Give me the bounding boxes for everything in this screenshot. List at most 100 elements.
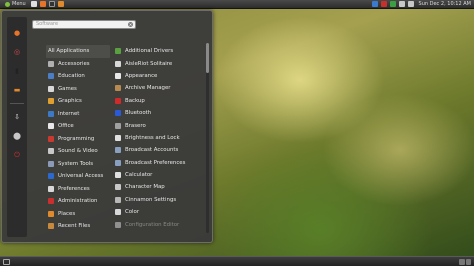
application-label: Backup	[125, 97, 145, 104]
application-icon	[115, 97, 121, 104]
application-label: Bluetooth	[125, 110, 152, 117]
category-icon	[48, 85, 54, 92]
application-label: Broadcast Accounts	[125, 147, 179, 154]
application-list-scrollbar[interactable]	[206, 43, 209, 233]
category-icon	[48, 160, 54, 167]
lock-screen-icon[interactable]: ⬤	[11, 130, 23, 142]
terminal-launcher-icon[interactable]	[48, 1, 55, 7]
application-item[interactable]: Bluetooth	[113, 107, 201, 119]
application-label: Brightness and Lock	[125, 134, 180, 141]
category-icon	[48, 148, 54, 155]
category-item[interactable]: Accessories	[46, 58, 110, 71]
application-item[interactable]: Broadcast Preferences	[113, 157, 201, 169]
category-label: Universal Access	[58, 173, 104, 180]
category-item[interactable]: Sound & Video	[46, 145, 110, 158]
application-item[interactable]: Brightness and Lock	[113, 132, 201, 144]
application-icon	[115, 110, 121, 117]
category-item[interactable]: Recent Files	[46, 220, 110, 233]
workspace-2[interactable]	[465, 258, 471, 265]
clear-search-icon[interactable]: ✕	[128, 22, 133, 27]
dropbox-icon[interactable]	[371, 1, 378, 7]
flag-icon[interactable]	[380, 1, 387, 7]
category-item[interactable]: Internet	[46, 108, 110, 121]
firefox-icon[interactable]: ●	[11, 27, 23, 39]
category-item[interactable]: Universal Access	[46, 170, 110, 183]
application-label: Appearance	[125, 72, 158, 79]
category-icon	[48, 98, 54, 105]
menu-button-label: Menu	[12, 1, 26, 7]
application-item[interactable]: Archive Manager	[113, 82, 201, 94]
scrollbar-thumb[interactable]	[206, 43, 209, 73]
application-label: Character Map	[125, 184, 165, 191]
category-item[interactable]: Places	[46, 208, 110, 221]
application-item[interactable]: Color	[113, 206, 201, 218]
application-icon	[115, 122, 121, 129]
favorites-column: ● ◎ ▮ ▬ ⇩ ⬤ ⏻	[7, 17, 27, 237]
category-icon	[48, 110, 54, 117]
clock[interactable]: Sun Dec 2, 10:12 AM	[419, 1, 471, 7]
category-icon	[48, 198, 54, 205]
category-label: Internet	[58, 110, 80, 117]
application-item[interactable]: Calculator	[113, 169, 201, 181]
application-item[interactable]: AisleRiot Solitaire	[113, 57, 201, 69]
category-icon	[48, 60, 54, 67]
application-item[interactable]: Backup	[113, 95, 201, 107]
category-item[interactable]: Games	[46, 83, 110, 96]
application-label: Archive Manager	[125, 85, 171, 92]
application-icon	[115, 221, 121, 228]
application-label: Brasero	[125, 122, 146, 129]
category-label: Games	[58, 85, 77, 92]
application-item[interactable]: Character Map	[113, 181, 201, 193]
application-item[interactable]: Broadcast Accounts	[113, 144, 201, 156]
category-label: Recent Files	[58, 223, 91, 230]
category-item[interactable]: Programming	[46, 133, 110, 146]
application-item[interactable]: Brasero	[113, 119, 201, 131]
application-icon	[115, 209, 121, 216]
volume-icon[interactable]	[407, 1, 414, 7]
show-desktop-launcher-icon[interactable]	[30, 1, 37, 7]
category-icon	[48, 135, 54, 142]
category-item[interactable]: Graphics	[46, 95, 110, 108]
category-item[interactable]: Administration	[46, 195, 110, 208]
application-icon	[115, 172, 121, 179]
show-desktop-button[interactable]	[3, 258, 10, 265]
favorites-separator	[10, 103, 24, 104]
application-label: AisleRiot Solitaire	[125, 60, 173, 67]
category-item[interactable]: System Tools	[46, 158, 110, 171]
software-manager-icon[interactable]: ◎	[11, 46, 23, 58]
search-input[interactable]: Software ✕	[32, 20, 136, 29]
application-item[interactable]: Configuration Editor	[113, 218, 201, 230]
application-label: Broadcast Preferences	[125, 159, 186, 166]
category-label: Accessories	[58, 60, 90, 67]
category-item[interactable]: Preferences	[46, 183, 110, 196]
category-item[interactable]: All Applications	[46, 45, 110, 58]
firefox-launcher-icon[interactable]	[39, 1, 46, 7]
category-item[interactable]: Education	[46, 70, 110, 83]
application-item[interactable]: Cinnamon Settings	[113, 194, 201, 206]
application-item[interactable]: Additional Drivers	[113, 45, 201, 57]
category-label: Graphics	[58, 98, 82, 105]
files-launcher-icon[interactable]	[57, 1, 64, 7]
files-icon[interactable]: ▬	[11, 84, 23, 96]
update-manager-icon[interactable]	[389, 1, 396, 7]
power-icon[interactable]: ⏻	[11, 149, 23, 161]
category-label: Places	[58, 210, 76, 217]
workspace-1[interactable]	[459, 258, 465, 265]
application-label: Configuration Editor	[125, 221, 180, 228]
network-icon[interactable]	[398, 1, 405, 7]
terminal-icon[interactable]: ▮	[11, 65, 23, 77]
category-item[interactable]: Office	[46, 120, 110, 133]
application-list: Additional Drivers AisleRiot Solitaire App…	[113, 45, 201, 231]
application-icon	[115, 147, 121, 154]
logout-icon[interactable]: ⇩	[11, 111, 23, 123]
workspace-switcher[interactable]	[459, 258, 471, 265]
application-label: Calculator	[125, 172, 153, 179]
category-label: System Tools	[58, 160, 94, 167]
search-input-text: Software	[36, 21, 59, 27]
category-label: Education	[58, 73, 85, 80]
application-icon	[115, 60, 121, 67]
menu-button[interactable]: Menu	[3, 0, 28, 8]
application-icon	[115, 134, 121, 141]
application-item[interactable]: Appearance	[113, 70, 201, 82]
application-label: Cinnamon Settings	[125, 196, 177, 203]
